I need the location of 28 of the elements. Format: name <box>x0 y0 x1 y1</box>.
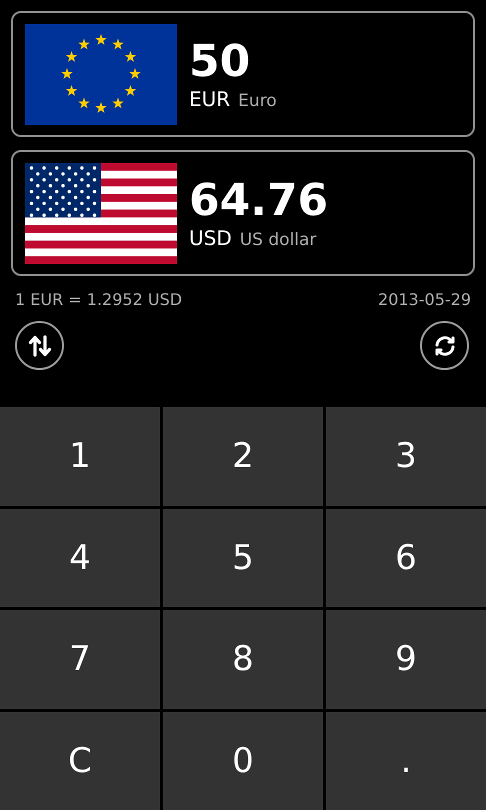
swap-button[interactable] <box>15 321 64 370</box>
keypad-key[interactable]: . <box>326 712 486 810</box>
keypad-key[interactable]: 0 <box>163 712 323 810</box>
keypad-key[interactable]: 5 <box>163 508 323 607</box>
swap-arrows-icon <box>28 334 52 358</box>
currency-name: Euro <box>238 91 277 111</box>
amount: 64.76 <box>189 176 328 226</box>
exchange-rate: 1 EUR = 1.2952 USD <box>15 290 182 309</box>
currency-code: USD <box>189 226 232 250</box>
currency-card[interactable]: 50 EUR Euro <box>11 11 475 137</box>
keypad-key[interactable]: 3 <box>326 407 486 506</box>
amount: 50 <box>189 37 252 87</box>
keypad-key[interactable]: C <box>0 712 160 810</box>
keypad-key[interactable]: 1 <box>0 407 160 506</box>
flag-icon <box>25 162 177 264</box>
currency-card[interactable]: 64.76 USD US dollar <box>11 150 475 276</box>
currency-name: US dollar <box>240 230 316 250</box>
keypad-key[interactable]: 9 <box>326 610 486 708</box>
refresh-icon <box>432 334 456 358</box>
flag-icon <box>25 24 177 124</box>
currency-code: EUR <box>189 87 230 111</box>
refresh-button[interactable] <box>420 321 469 370</box>
keypad-key[interactable]: 7 <box>0 610 160 708</box>
keypad-key[interactable]: 2 <box>163 407 323 506</box>
keypad-key[interactable]: 4 <box>0 508 160 607</box>
keypad-key[interactable]: 8 <box>163 610 323 708</box>
rate-date: 2013-05-29 <box>378 290 471 309</box>
keypad-key[interactable]: 6 <box>326 508 486 607</box>
